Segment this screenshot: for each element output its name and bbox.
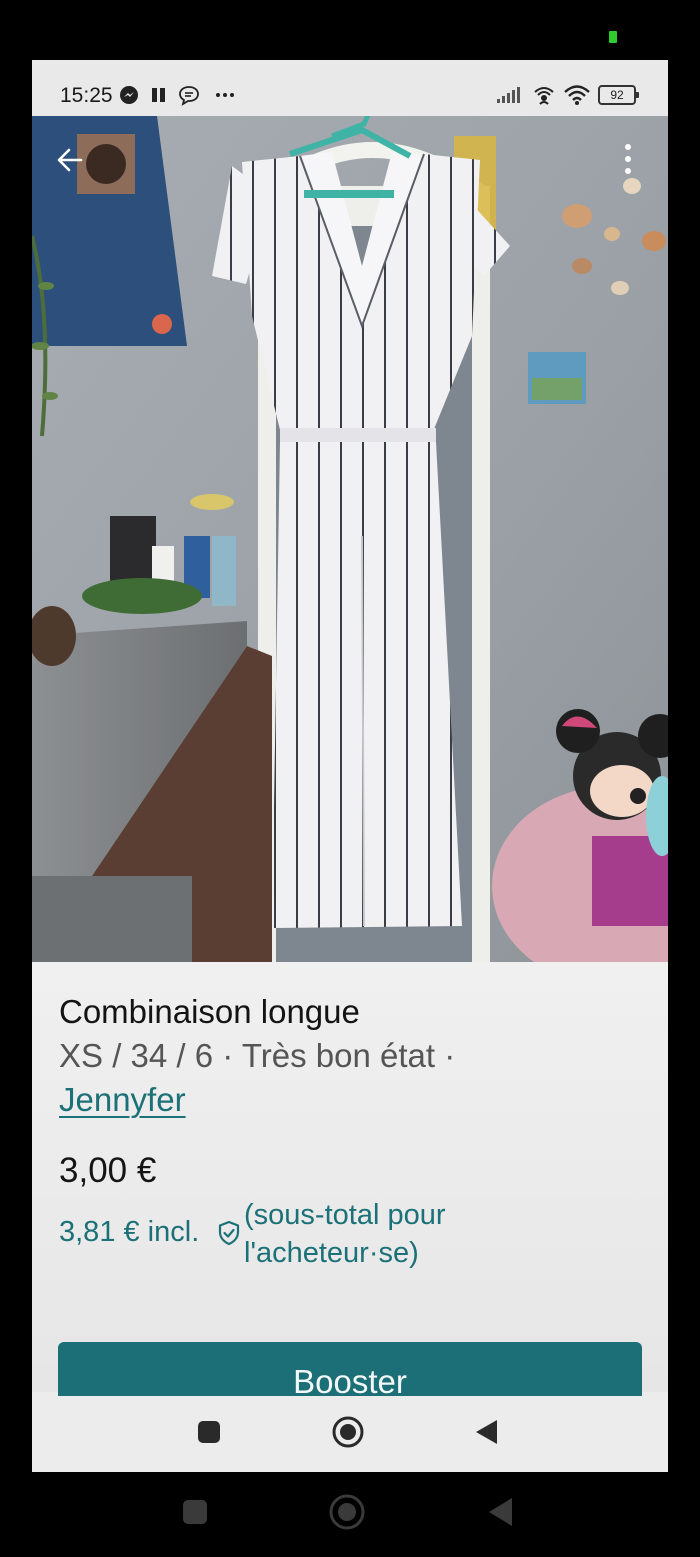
price-with-protection[interactable]: 3,81 € incl.: [59, 1214, 199, 1250]
more-vertical-icon: [625, 144, 631, 174]
home-circle-icon: [332, 1416, 364, 1448]
more-dots-icon: [216, 93, 234, 97]
chat-bubble-icon: [179, 86, 199, 106]
hotspot-icon: [534, 87, 554, 105]
arrow-left-icon: [57, 148, 83, 172]
listing-size-condition: XS / 34 / 6 · Très bon état ·: [59, 1037, 456, 1074]
home-circle-icon: [329, 1494, 365, 1530]
status-right-icons: 92: [496, 84, 639, 106]
listing-photo[interactable]: [32, 116, 668, 962]
device-frame: 15:25 92 Combinaison longue XS / 34 / 6 …: [0, 0, 700, 1557]
signal-icon: [497, 87, 520, 103]
status-bar: 15:25 92: [32, 60, 668, 116]
notification-led: [609, 31, 617, 43]
recents-square-icon: [183, 1500, 207, 1524]
listing-price: 3,00 €: [59, 1151, 157, 1190]
listing-title: Combinaison longue: [59, 993, 360, 1030]
inner-navigation-bar: [32, 1396, 668, 1472]
system-back-button[interactable]: [480, 1492, 520, 1532]
home-button[interactable]: [328, 1412, 368, 1452]
back-triangle-icon: [489, 1498, 512, 1526]
status-left-icons: [118, 84, 236, 106]
system-recents-button[interactable]: [175, 1492, 215, 1532]
recents-button[interactable]: [189, 1412, 229, 1452]
jumpsuit-photo-image: [32, 116, 668, 962]
booster-button[interactable]: Booster: [58, 1342, 642, 1396]
listing-details: Combinaison longue XS / 34 / 6 · Très bo…: [32, 962, 668, 1392]
system-navigation-bar: [0, 1472, 700, 1557]
brand-link[interactable]: Jennyfer: [59, 1080, 186, 1120]
back-triangle-icon: [476, 1420, 497, 1444]
status-time: 15:25: [60, 84, 113, 107]
more-options-button[interactable]: [604, 136, 652, 184]
pause-icon: [152, 88, 165, 102]
system-home-button[interactable]: [327, 1492, 367, 1532]
battery-icon: 92: [598, 85, 639, 105]
buyer-subtotal-note: (sous-total pour l'acheteur·se): [244, 1199, 446, 1269]
back-nav-button[interactable]: [466, 1412, 506, 1452]
messenger-icon: [120, 86, 138, 104]
back-button[interactable]: [46, 136, 94, 184]
shield-check-icon[interactable]: [216, 1220, 242, 1246]
wifi-icon: [564, 85, 590, 105]
recents-square-icon: [198, 1421, 220, 1443]
phone-screen: 15:25 92 Combinaison longue XS / 34 / 6 …: [32, 60, 668, 1472]
